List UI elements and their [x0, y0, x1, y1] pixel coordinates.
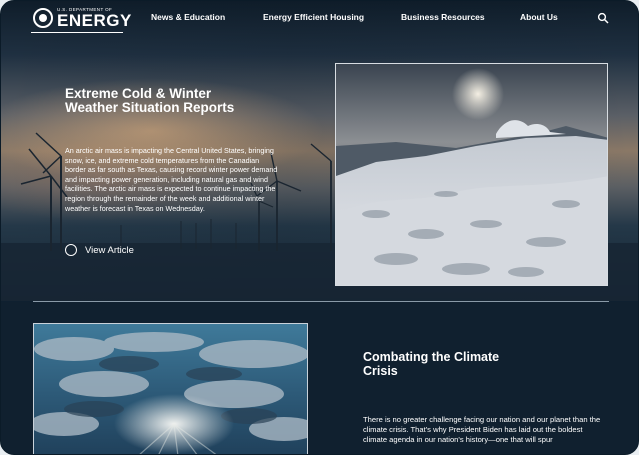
climate-description: There is no greater challenge facing our… [363, 415, 601, 444]
doe-logo[interactable]: U.S. DEPARTMENT OF ENERGY [33, 7, 132, 29]
view-article-label: View Article [85, 244, 134, 256]
cloudy-sky-photo [33, 323, 308, 454]
logo-title: ENERGY [57, 11, 132, 30]
frozen-landscape-photo [335, 63, 608, 286]
search-icon[interactable] [597, 12, 609, 24]
nav-news-education[interactable]: News & Education [151, 12, 225, 22]
doe-seal-icon [33, 8, 53, 28]
logo-underline [31, 32, 123, 33]
hero-section: Extreme Cold & Winter Weather Situation … [1, 1, 638, 301]
hero-description: An arctic air mass is impacting the Cent… [65, 146, 278, 213]
nav-about-us[interactable]: About Us [520, 12, 558, 22]
circle-arrow-icon [65, 244, 77, 256]
nav-energy-efficient-housing[interactable]: Energy Efficient Housing [263, 12, 364, 22]
hero-title: Extreme Cold & Winter Weather Situation … [65, 86, 235, 115]
page-frame: Extreme Cold & Winter Weather Situation … [0, 0, 639, 455]
site-header: U.S. DEPARTMENT OF ENERGY News & Educati… [1, 1, 638, 37]
climate-title: Combating the Climate Crisis [363, 350, 500, 378]
view-article-link[interactable]: View Article [65, 244, 134, 256]
climate-section: Combating the Climate Crisis There is no… [1, 302, 638, 454]
nav-business-resources[interactable]: Business Resources [401, 12, 485, 22]
